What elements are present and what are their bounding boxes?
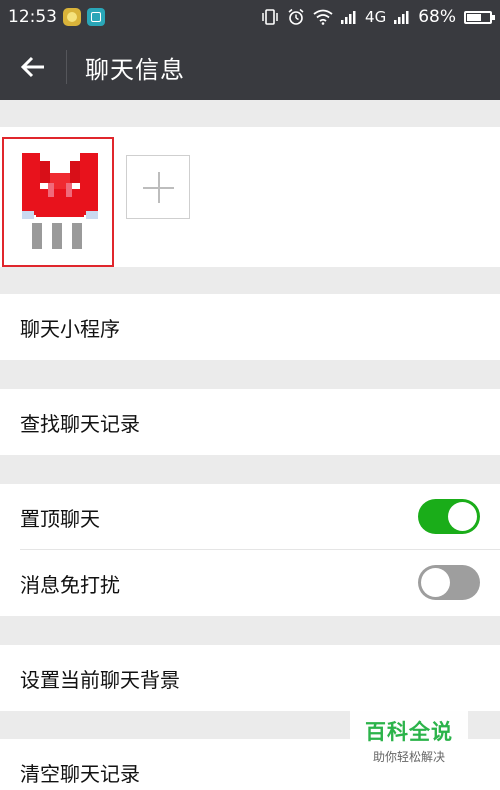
top-bar: 聊天信息 bbox=[0, 34, 500, 100]
pin-chat-row[interactable]: 置顶聊天 bbox=[0, 484, 500, 550]
status-bar: 12:53 4G 68% bbox=[0, 0, 500, 34]
signal-icon bbox=[341, 11, 356, 24]
vibrate-icon bbox=[262, 9, 278, 25]
add-member-button[interactable] bbox=[126, 155, 190, 219]
mute-row[interactable]: 消息免打扰 bbox=[0, 550, 500, 616]
status-time: 12:53 bbox=[8, 7, 57, 27]
toggle-knob bbox=[421, 568, 450, 597]
signal-icon-2 bbox=[394, 11, 409, 24]
battery-icon bbox=[464, 10, 495, 24]
pin-chat-toggle[interactable] bbox=[418, 499, 480, 534]
mute-toggle[interactable] bbox=[418, 565, 480, 600]
battery-percent: 68% bbox=[418, 7, 456, 27]
watermark-logo: 百科全说 助你轻松解决 bbox=[350, 710, 468, 766]
watermark-title: 百科全说 bbox=[365, 720, 453, 744]
search-history-label: 查找聊天记录 bbox=[20, 411, 140, 436]
set-background-row[interactable]: 设置当前聊天背景 bbox=[0, 645, 500, 711]
notification-app-icon bbox=[63, 8, 81, 26]
toggle-knob bbox=[448, 502, 477, 531]
clear-history-label: 清空聊天记录 bbox=[20, 762, 140, 786]
chat-members-panel bbox=[0, 127, 500, 267]
mini-program-label: 聊天小程序 bbox=[20, 316, 120, 341]
page-title: 聊天信息 bbox=[85, 55, 185, 84]
notification-scan-icon bbox=[87, 8, 105, 26]
arrow-left-icon bbox=[20, 56, 44, 78]
watermark-subtitle: 助你轻松解决 bbox=[372, 750, 445, 764]
avatar bbox=[22, 153, 98, 257]
mini-program-row[interactable]: 聊天小程序 bbox=[0, 294, 500, 360]
status-icons: 4G 68% bbox=[261, 7, 495, 27]
back-button[interactable] bbox=[0, 34, 66, 100]
search-history-row[interactable]: 查找聊天记录 bbox=[0, 389, 500, 455]
alarm-icon bbox=[288, 8, 304, 25]
set-background-label: 设置当前聊天背景 bbox=[20, 667, 180, 692]
pin-chat-label: 置顶聊天 bbox=[20, 506, 100, 531]
header-divider bbox=[66, 50, 67, 84]
member-avatar-highlight[interactable] bbox=[2, 137, 114, 267]
network-type: 4G bbox=[365, 8, 387, 26]
mute-label: 消息免打扰 bbox=[20, 572, 120, 597]
wifi-icon bbox=[313, 9, 333, 25]
